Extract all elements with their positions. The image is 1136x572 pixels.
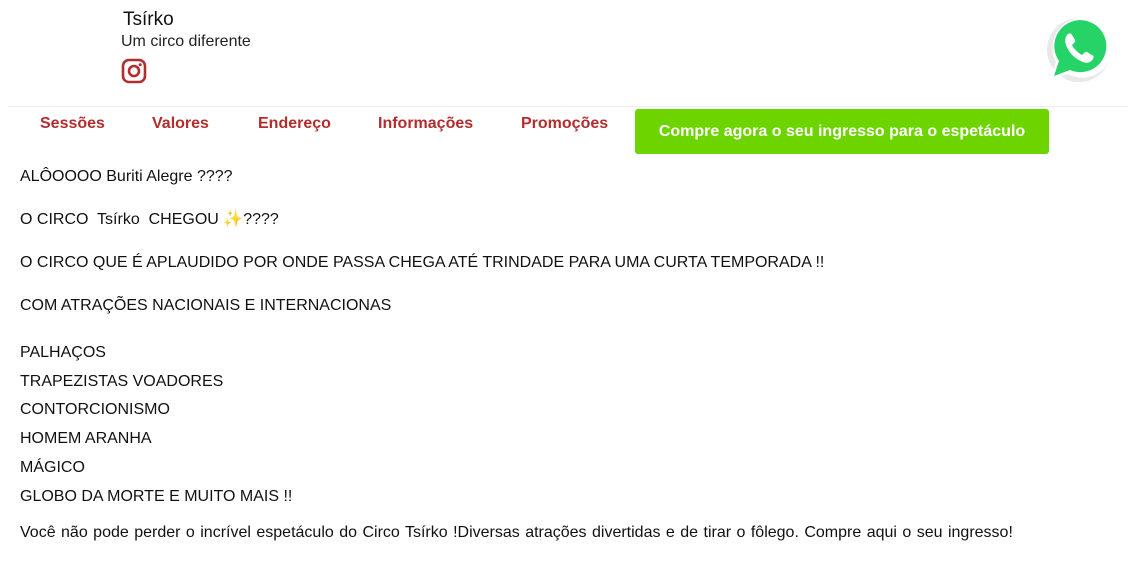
brand-name: Tsírko [123, 9, 174, 30]
nav-informacoes[interactable]: Informações [378, 115, 473, 133]
closing-paragraph: Você não pode perder o incrível espetácu… [20, 524, 1013, 542]
main-nav: Sessões Valores Endereço Informações Pro… [0, 109, 1136, 155]
arrival-line: O CIRCO Tsírko CHEGOU ✨???? [20, 211, 279, 228]
announcement-line: O CIRCO QUE É APLAUDIDO POR ONDE PASSA C… [20, 254, 825, 271]
nav-sessoes[interactable]: Sessões [40, 115, 105, 133]
list-item: TRAPEZISTAS VOADORES [20, 372, 224, 390]
attractions-heading: COM ATRAÇÕES NACIONAIS E INTERNACIONAS [20, 297, 392, 314]
nav-endereco[interactable]: Endereço [258, 115, 331, 133]
nav-valores[interactable]: Valores [152, 115, 209, 133]
attractions-list: PALHAÇOS TRAPEZISTAS VOADORES CONTORCION… [20, 339, 1116, 511]
list-item: MÁGICO [20, 458, 85, 476]
main-content: ALÔOOOO Buriti Alegre ???? O CIRCO Tsírk… [0, 155, 1136, 543]
buy-ticket-button[interactable]: Compre agora o seu ingresso para o espet… [635, 109, 1049, 154]
list-item: CONTORCIONISMO [20, 401, 170, 419]
instagram-icon[interactable] [121, 58, 147, 84]
whatsapp-icon[interactable] [1042, 12, 1114, 84]
intro-line: ALÔOOOO Buriti Alegre ???? [20, 168, 233, 185]
list-item: HOMEM ARANHA [20, 430, 152, 448]
list-item: GLOBO DA MORTE E MUITO MAIS !! [20, 487, 293, 505]
site-header: Tsírko Um circo diferente [8, 0, 1128, 107]
list-item: PALHAÇOS [20, 344, 106, 361]
brand-tagline: Um circo diferente [121, 33, 251, 50]
instagram-link[interactable] [121, 58, 251, 84]
brand-block: Tsírko Um circo diferente [121, 9, 251, 84]
nav-promocoes[interactable]: Promoções [521, 115, 608, 133]
